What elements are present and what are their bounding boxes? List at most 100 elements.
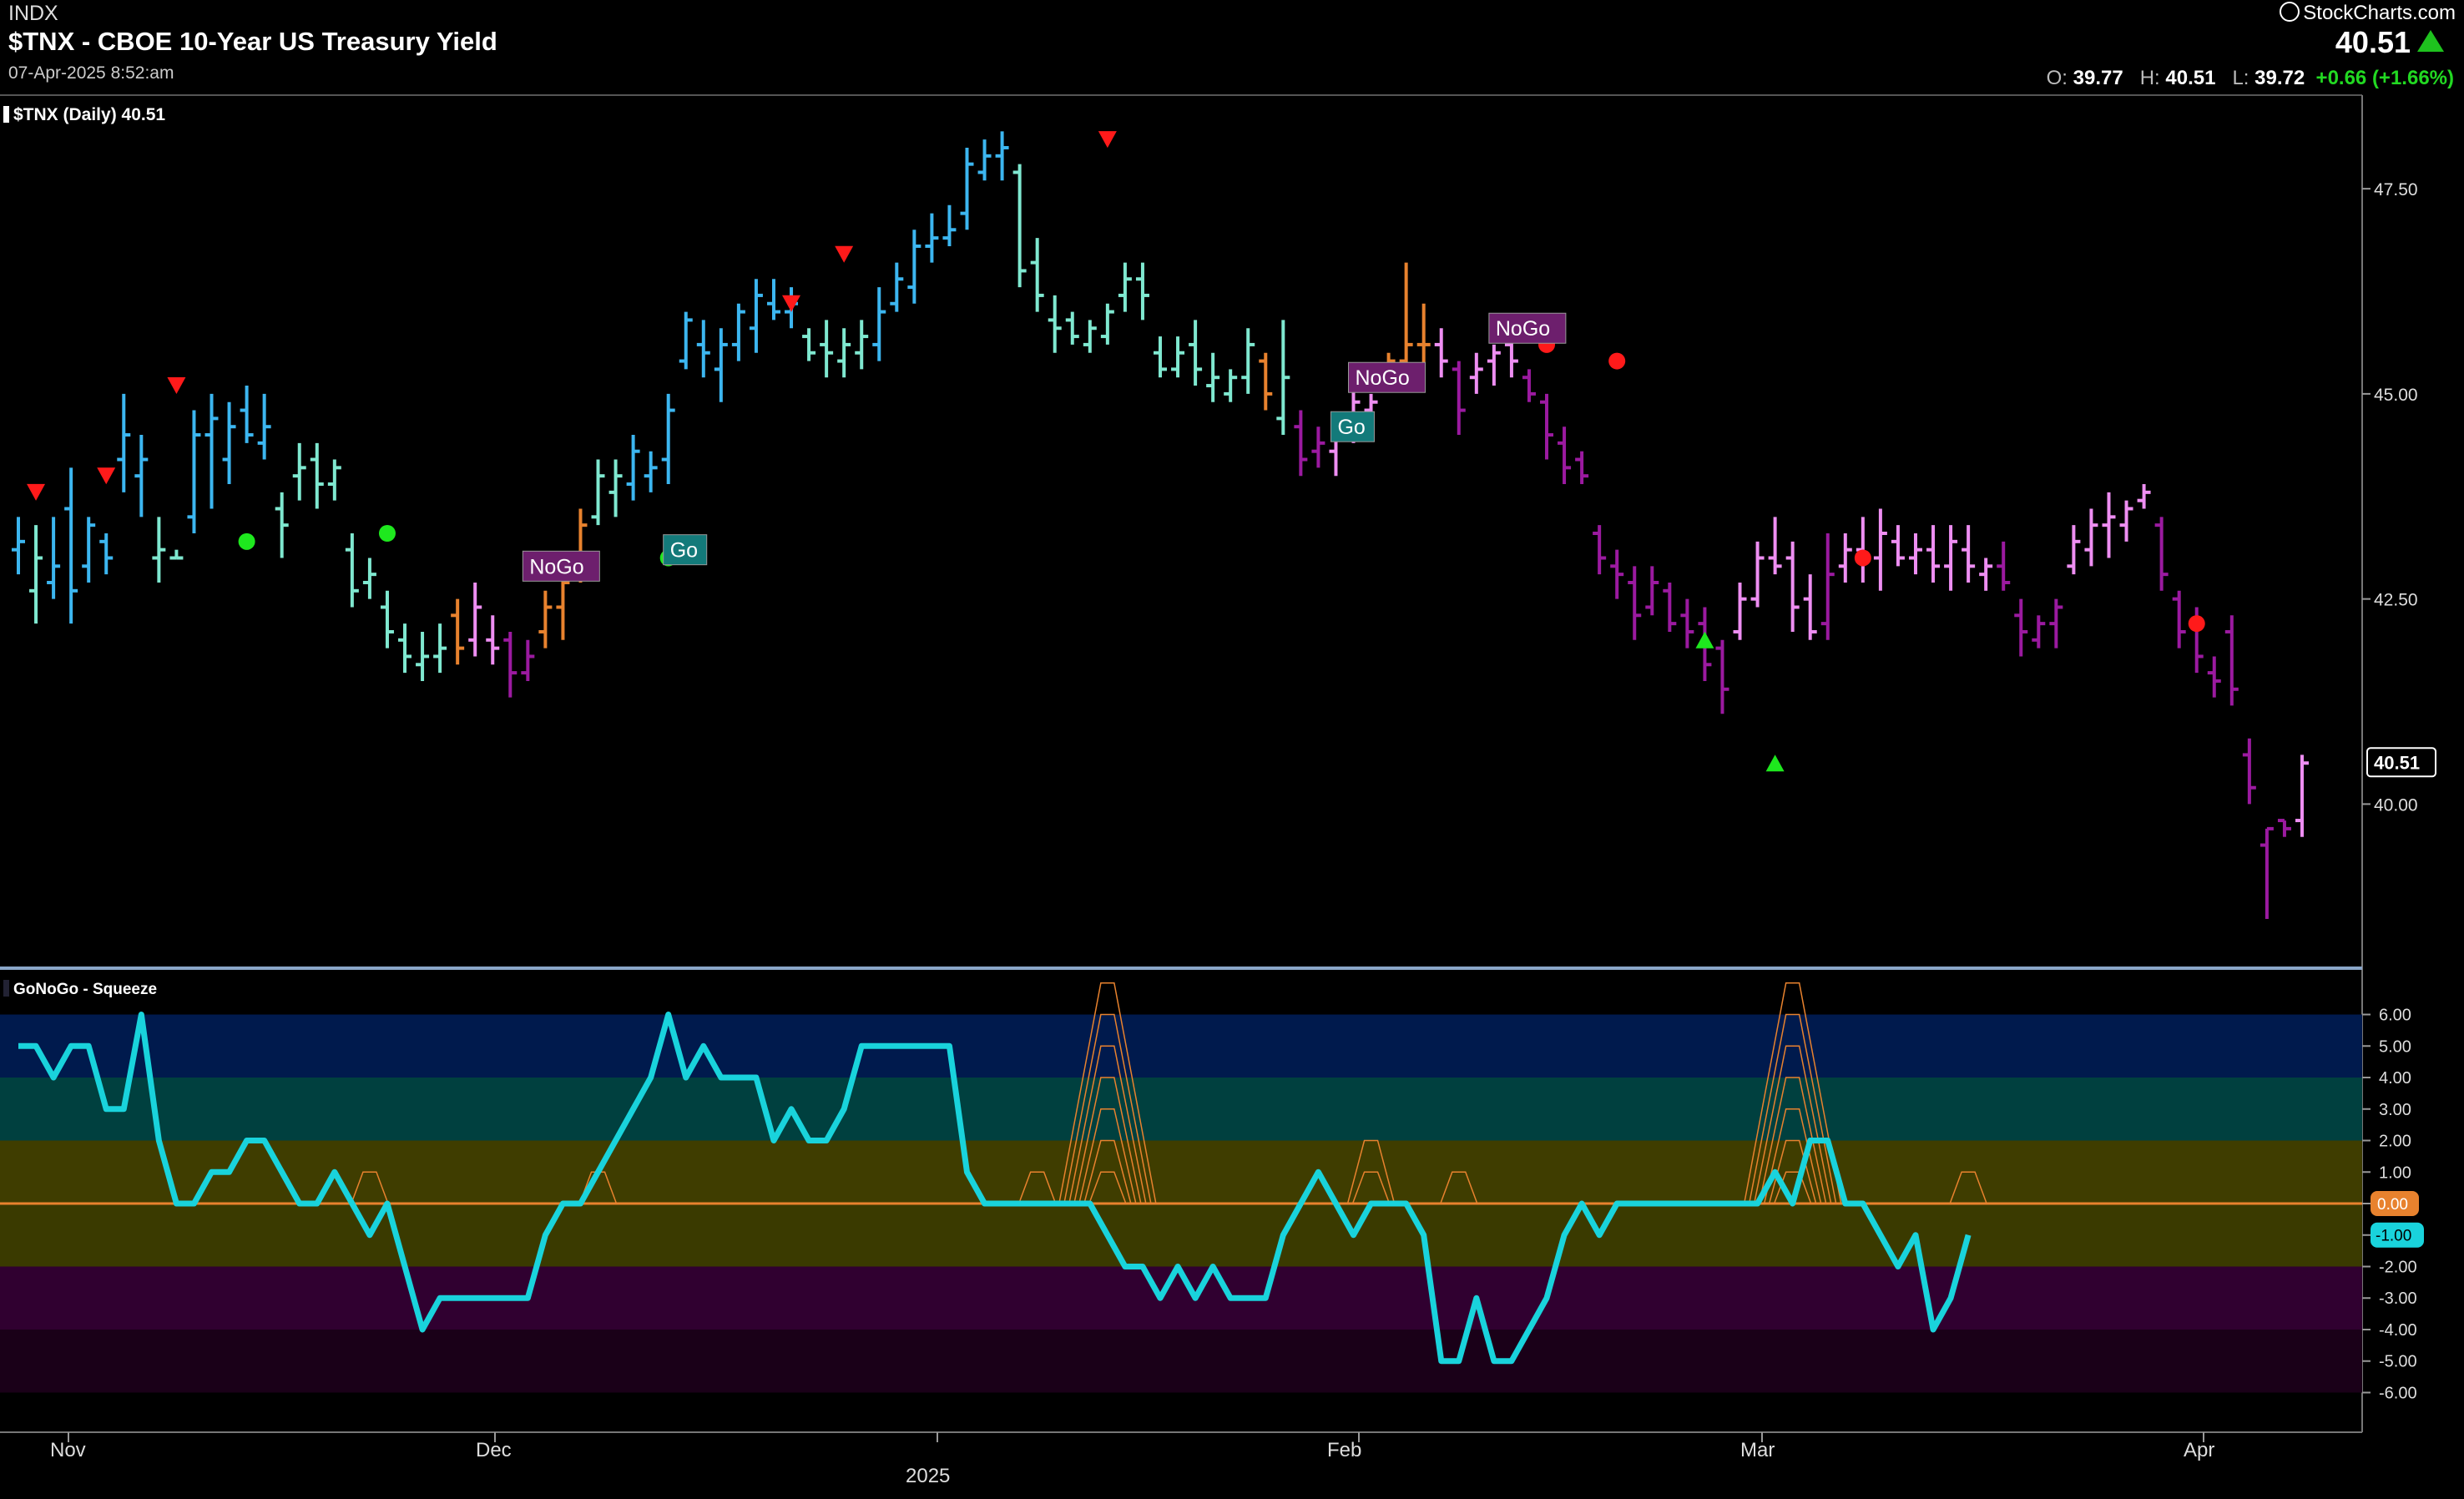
osc-legend: GoNoGo - Squeeze bbox=[13, 981, 157, 998]
ohlc-bar bbox=[1206, 352, 1220, 402]
ohlc-bar bbox=[1012, 164, 1027, 288]
ohlc-bar bbox=[1979, 558, 1993, 591]
ohlc-bar bbox=[538, 590, 553, 649]
ohlc-bar bbox=[398, 623, 412, 674]
ohlc-bar bbox=[679, 311, 693, 370]
ohlc-bar bbox=[416, 631, 430, 681]
ohlc-bar bbox=[1135, 262, 1149, 320]
up-triangle-marker bbox=[1695, 631, 1714, 649]
ohlc-bar bbox=[1962, 525, 1976, 583]
ohlc-bar bbox=[1118, 262, 1132, 312]
ohlc-bar bbox=[1997, 541, 2011, 591]
oscillator-band bbox=[0, 1329, 2362, 1393]
ohlc-bar bbox=[64, 467, 78, 624]
ohlc-bar bbox=[802, 328, 816, 361]
ohlc-bar bbox=[117, 393, 131, 492]
ohlc-bar bbox=[1399, 262, 1413, 370]
ohlc-bar bbox=[275, 492, 289, 558]
osc-tick-label: 1.00 bbox=[2379, 1163, 2411, 1182]
zero-tag-label: 0.00 bbox=[2377, 1196, 2408, 1214]
ohlc-bar bbox=[1522, 369, 1536, 402]
osc-tick-label: 6.00 bbox=[2379, 1007, 2411, 1025]
go-circle-marker bbox=[238, 532, 255, 550]
ohlc-bar bbox=[134, 435, 149, 517]
ohlc-bar bbox=[1083, 320, 1097, 353]
ohlc-bar bbox=[1030, 238, 1044, 312]
osc-tick-label: 5.00 bbox=[2379, 1037, 2411, 1056]
ohlc-bar bbox=[2067, 525, 2081, 575]
ohlc-bar bbox=[731, 303, 745, 361]
x-tick-label: Nov bbox=[50, 1439, 86, 1461]
ohlc-bar bbox=[1100, 303, 1114, 345]
ohlc-bar bbox=[1663, 582, 1677, 632]
ohlc-bar bbox=[872, 287, 886, 361]
down-triangle-marker bbox=[27, 483, 46, 501]
ohlc-bar bbox=[1628, 566, 1642, 640]
ohlc-bar bbox=[433, 623, 447, 674]
ohlc-bar bbox=[1241, 328, 1255, 394]
ohlc-bar bbox=[2137, 484, 2151, 509]
x-tick-label: Apr bbox=[2184, 1439, 2214, 1461]
ohlc-bar bbox=[820, 320, 834, 378]
ohlc-bar bbox=[1891, 525, 1905, 567]
osc-tick-label: 2.00 bbox=[2379, 1133, 2411, 1151]
ohlc-bar bbox=[240, 386, 254, 443]
x-tick-label: Dec bbox=[476, 1439, 512, 1461]
ohlc-bar bbox=[1610, 549, 1624, 599]
ohlc-bar bbox=[169, 549, 184, 560]
ohlc-bar bbox=[380, 590, 394, 649]
ohlc-bar bbox=[2032, 615, 2046, 649]
signal-label: Go bbox=[1337, 416, 1365, 439]
ohlc-bar bbox=[82, 517, 96, 583]
osc-tick-label: -5.00 bbox=[2379, 1353, 2417, 1371]
ohlc-bar bbox=[1733, 582, 1747, 640]
ohlc-bar bbox=[1820, 533, 1835, 640]
ohlc-bar bbox=[960, 147, 974, 230]
price-tick-label: 40.00 bbox=[2374, 795, 2418, 815]
ohlc-bar bbox=[1873, 508, 1887, 591]
ohlc-bar bbox=[661, 393, 675, 485]
ohlc-bar bbox=[2049, 598, 2063, 649]
ohlc-bar bbox=[99, 533, 114, 575]
ohlc-bar bbox=[644, 451, 658, 492]
price-chart[interactable]: 47.50 45.00 42.50 40.00 $TNX (Daily) 40.51 No… bbox=[0, 0, 2464, 1499]
ohlc-bar bbox=[749, 279, 763, 353]
nogo-circle-marker bbox=[2188, 615, 2205, 633]
ohlc-bar bbox=[521, 639, 535, 681]
osc-last-label: -1.00 bbox=[2376, 1228, 2411, 1245]
down-triangle-marker bbox=[97, 467, 116, 485]
ohlc-bar bbox=[12, 517, 25, 575]
ohlc-bar bbox=[925, 213, 939, 263]
ohlc-bar bbox=[1224, 369, 1238, 402]
nogo-circle-marker bbox=[1854, 549, 1871, 567]
ohlc-bar bbox=[1259, 352, 1273, 411]
legend-swatch bbox=[3, 106, 9, 123]
ohlc-bar bbox=[608, 459, 623, 517]
price-tick-label: 45.00 bbox=[2374, 386, 2418, 405]
ohlc-bar bbox=[187, 410, 201, 533]
ohlc-bar bbox=[1048, 295, 1062, 353]
nogo-circle-marker bbox=[1608, 352, 1626, 370]
signal-label: NoGo bbox=[1356, 366, 1410, 390]
ohlc-bar bbox=[696, 320, 710, 378]
ohlc-bar bbox=[2242, 738, 2256, 805]
last-price-label: 40.51 bbox=[2374, 752, 2420, 773]
ohlc-bar bbox=[2014, 598, 2028, 657]
signal-label: NoGo bbox=[1496, 317, 1550, 341]
price-legend: $TNX (Daily) 40.51 bbox=[13, 105, 165, 124]
ohlc-bar bbox=[1680, 598, 1694, 649]
ohlc-bar bbox=[1750, 541, 1765, 608]
ohlc-bar bbox=[486, 615, 500, 665]
ohlc-bar bbox=[292, 442, 306, 501]
ohlc-bar bbox=[1803, 574, 1817, 640]
ohlc-bar bbox=[345, 533, 359, 608]
oscillator-band bbox=[0, 1014, 2362, 1078]
down-triangle-marker bbox=[835, 245, 854, 263]
price-tick-label: 47.50 bbox=[2374, 180, 2418, 199]
ohlc-bar bbox=[2084, 508, 2098, 567]
ohlc-bar bbox=[310, 442, 324, 509]
ohlc-bar bbox=[766, 279, 780, 320]
osc-tick-label: -6.00 bbox=[2379, 1384, 2417, 1402]
ohlc-bar bbox=[1189, 320, 1203, 386]
ohlc-bar bbox=[837, 328, 851, 378]
